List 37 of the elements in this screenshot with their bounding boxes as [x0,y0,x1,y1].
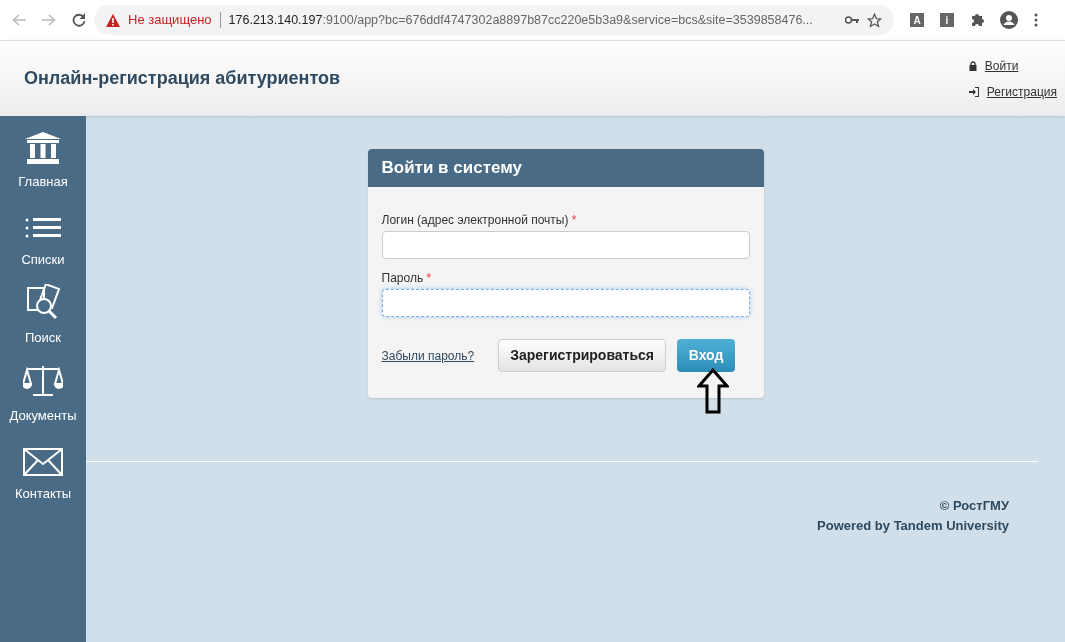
sign-in-icon [968,86,979,97]
input-field[interactable] [381,289,750,317]
forgot-password-link[interactable]: Забыли пароль? [381,346,475,365]
sidebar-item[interactable]: Главная [0,128,86,194]
sidebar-item[interactable]: Контакты [0,440,86,506]
star-icon[interactable] [867,12,882,28]
copyright-text: © РостГМУ [939,497,1009,515]
address-bar[interactable]: Не защищено 176.213.140.197:9100/app?bc=676ddf4747302a8897b87cc220e5b3a9&service=bcs&site=3539858476... [94,5,894,35]
field-label: Логин (адрес электронной почты) * [381,212,578,229]
header-link[interactable]: Регистрация [986,82,1057,101]
input-field[interactable] [381,231,750,259]
envelope-icon [23,448,63,476]
security-label: Не защищено [128,11,212,30]
columns-building-icon [25,132,61,164]
card-title: Войти в систему [381,157,522,180]
site-title: Онлайн-регистрация абитуриентов [24,67,341,90]
profile-icon[interactable] [1000,11,1018,29]
header-link[interactable]: Войти [984,56,1019,75]
register-button[interactable]: Зарегистрироваться [498,339,667,372]
extension-icon[interactable]: A [910,13,924,27]
sidebar-item[interactable]: Списки [0,206,86,272]
puzzle-icon[interactable] [970,13,984,27]
extension-icon[interactable]: i [940,13,954,27]
warning-icon [106,13,120,27]
documents-magnifier-icon [25,284,61,320]
field-label: Пароль * [381,270,433,287]
powered-by-text: Powered by Tandem University [817,516,1009,535]
sidebar-item[interactable]: Документы [0,362,86,428]
sidebar-item[interactable]: Поиск [0,284,86,350]
reload-icon[interactable] [72,13,86,27]
key-icon[interactable] [845,16,859,24]
menu-icon[interactable] [1034,13,1038,27]
login-button[interactable]: Вход [677,339,736,372]
scales-icon [23,364,63,398]
up-arrow-icon [696,368,729,414]
lock-icon [968,60,977,71]
url-text: 176.213.140.197:9100/app?bc=676ddf4747302a8897b87cc220e5b3a9&service=bcs&site=3539858476... [228,11,813,29]
